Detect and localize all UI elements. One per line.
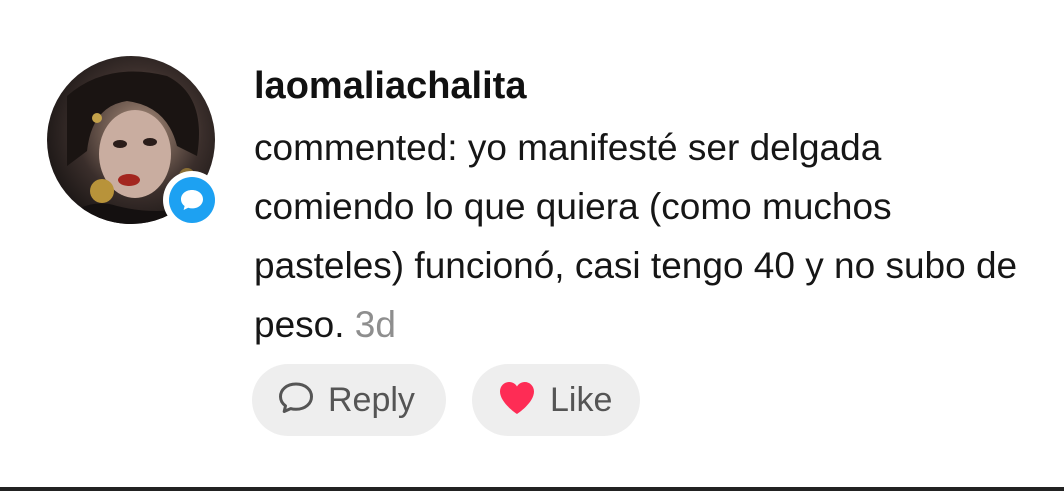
heart-icon: [496, 378, 538, 423]
speech-bubble-icon: [276, 378, 316, 423]
reply-label: Reply: [328, 380, 415, 419]
like-button[interactable]: Like: [472, 364, 640, 436]
username[interactable]: laomaliachalita: [254, 60, 1034, 112]
comment-bubble-icon: [169, 177, 215, 223]
like-label: Like: [550, 380, 613, 419]
avatar-container[interactable]: [47, 56, 221, 229]
reply-button[interactable]: Reply: [252, 364, 446, 436]
divider: [0, 487, 1064, 491]
action-bar: Reply Like: [252, 364, 640, 436]
notification-content: laomaliachalita commented: yo manifesté …: [254, 60, 1034, 354]
comment-text: commented: yo manifesté ser delgada comi…: [254, 118, 1024, 354]
comment-badge: [163, 171, 221, 229]
comment-notification: laomaliachalita commented: yo manifesté …: [0, 0, 1064, 491]
timestamp: 3d: [354, 304, 396, 345]
